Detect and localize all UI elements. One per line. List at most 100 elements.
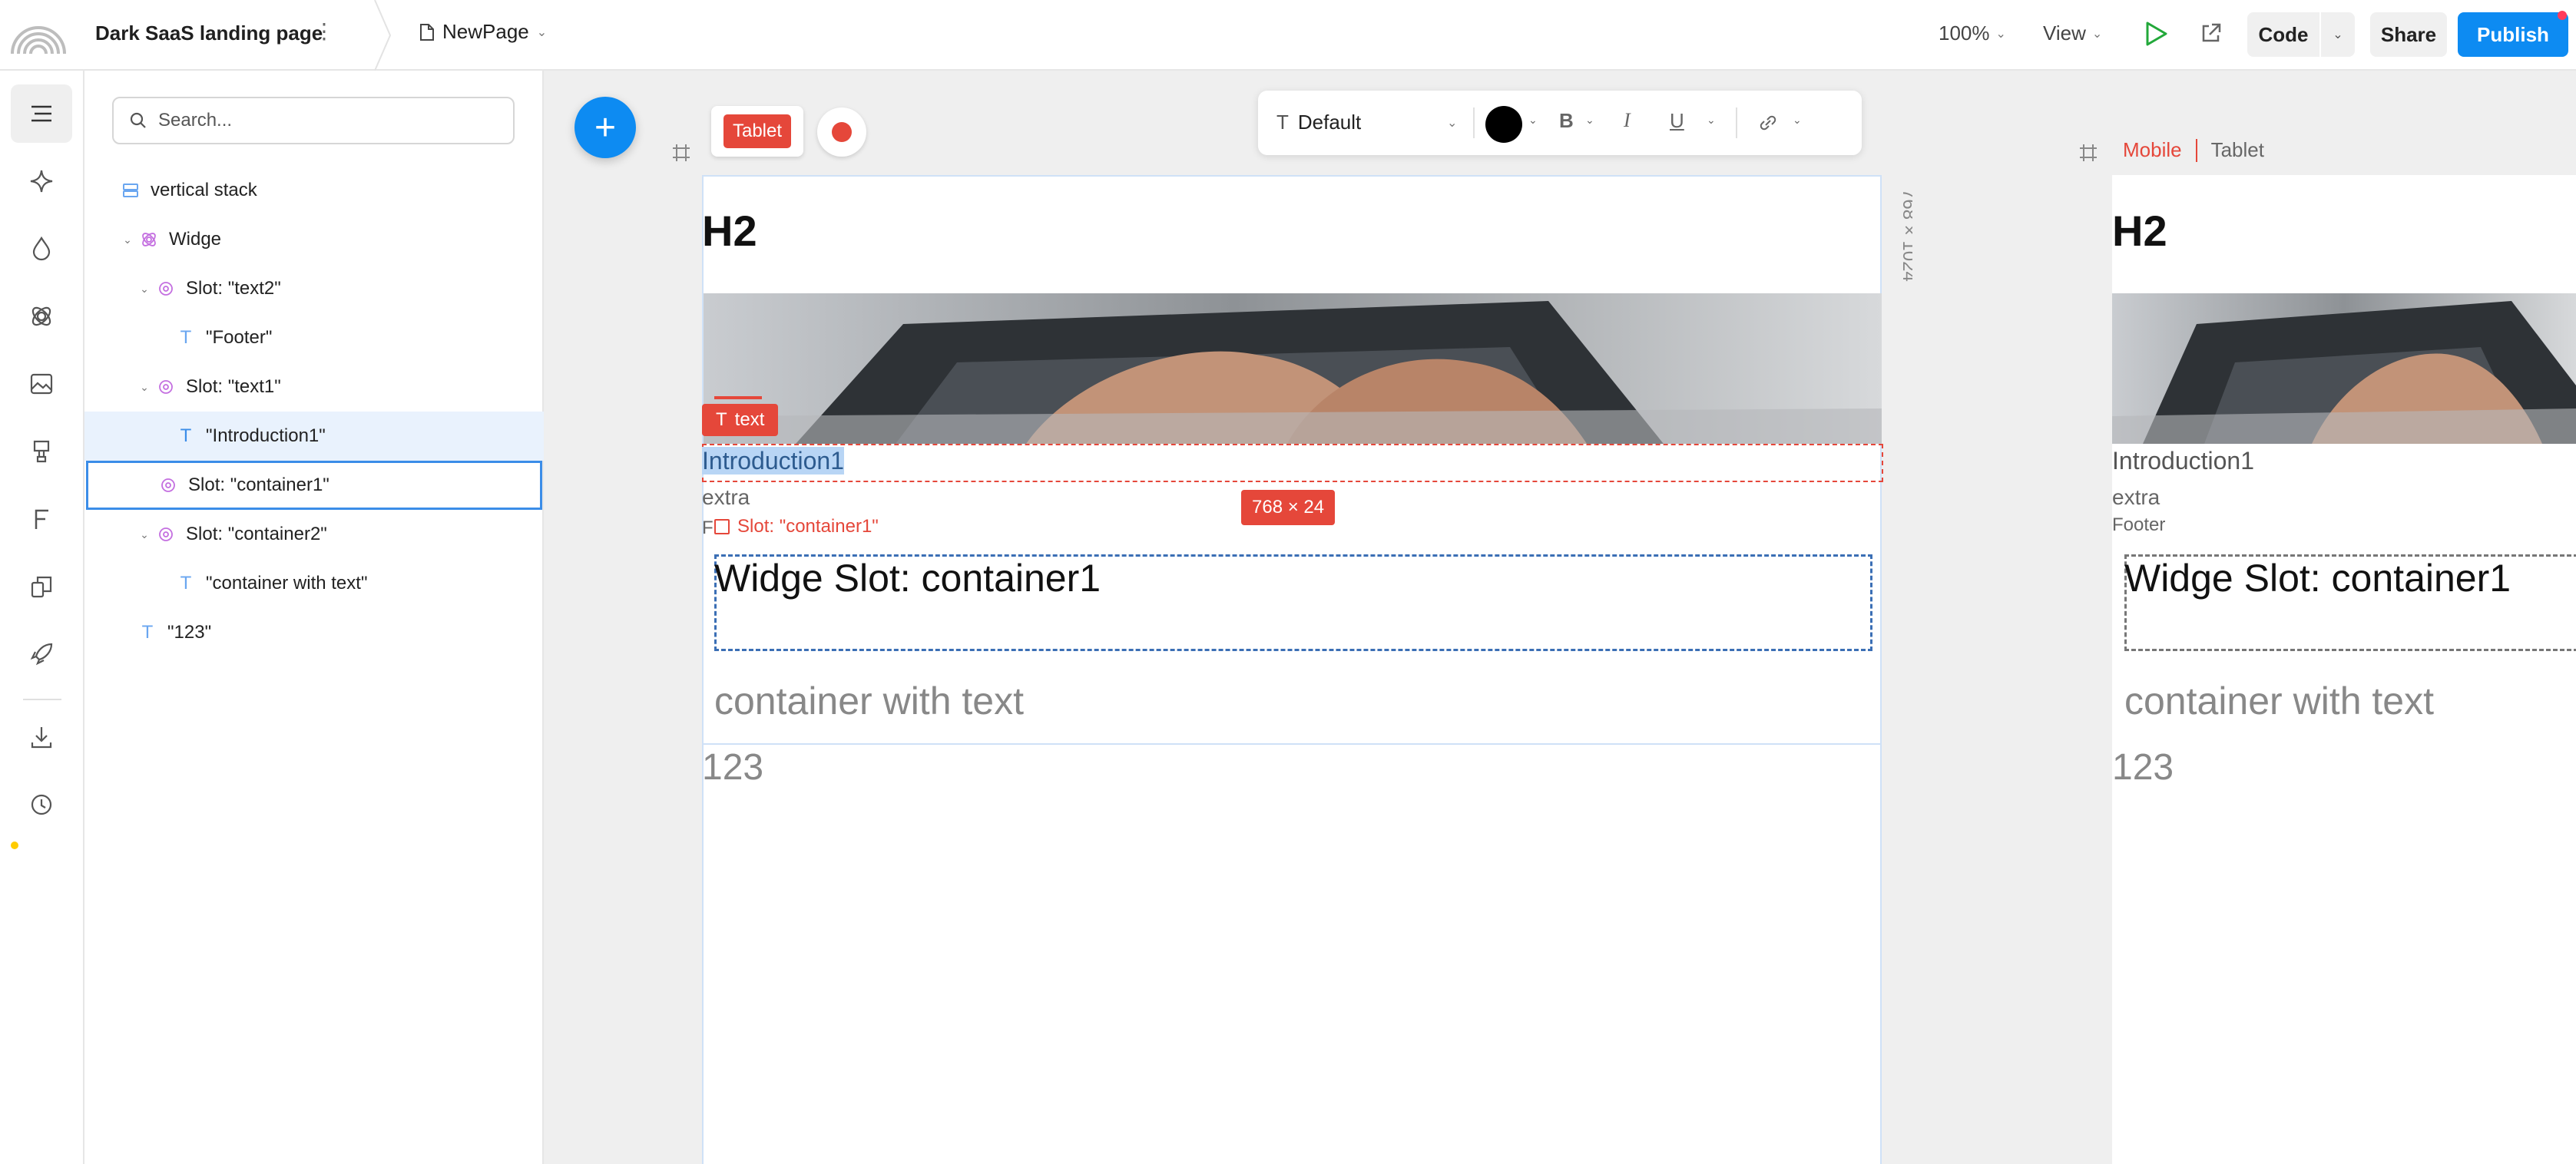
element-type-label: text [734, 409, 765, 430]
tablet-heading[interactable]: H2 [702, 206, 757, 256]
underline-icon[interactable]: U [1670, 109, 1684, 133]
hover-indicator [714, 396, 762, 399]
code-button[interactable]: Code ⌄ [2247, 12, 2355, 57]
layer-item-introduction1[interactable]: T "Introduction1" [84, 412, 544, 461]
mobile-heading[interactable]: H2 [2112, 206, 2167, 256]
text-color-swatch[interactable] [1485, 106, 1522, 143]
share-button[interactable]: Share [2370, 12, 2447, 57]
chevron-down-icon[interactable]: ⌄ [135, 528, 154, 541]
chevron-down-icon: ⌄ [536, 25, 548, 39]
layer-item-123[interactable]: T "123" [84, 608, 544, 657]
pages-icon[interactable] [11, 557, 72, 616]
breadcrumb-separator [374, 0, 392, 71]
chevron-down-icon[interactable]: ⌄ [1528, 114, 1538, 127]
chevron-down-icon[interactable]: ⌄ [2321, 12, 2355, 57]
more-vertical-icon[interactable]: ⋮ [313, 18, 335, 44]
link-icon[interactable] [1757, 114, 1779, 132]
layers-panel: vertical stack ⌄ Widge ⌄ Slot: "text2" T… [84, 71, 544, 1164]
mobile-number-text[interactable]: 123 [2112, 746, 2174, 789]
history-icon[interactable] [11, 775, 72, 834]
selected-text[interactable]: Introduction1 [702, 447, 845, 475]
chevron-down-icon[interactable]: ⌄ [1707, 114, 1716, 127]
layer-item-container-with-text[interactable]: T "container with text" [84, 559, 544, 608]
mobile-container-text[interactable]: container with text [2124, 679, 2434, 723]
record-icon [832, 122, 852, 142]
layer-label: "123" [167, 622, 212, 643]
layer-label: Slot: "container1" [188, 475, 329, 495]
layer-item-slot-text2[interactable]: ⌄ Slot: "text2" [84, 264, 544, 313]
publish-button[interactable]: Publish [2458, 12, 2568, 57]
sparkle-icon[interactable] [11, 152, 72, 210]
chevron-down-icon[interactable]: ⌄ [135, 283, 154, 296]
search-input[interactable] [158, 110, 496, 131]
chevron-down-icon[interactable]: ⌄ [135, 381, 154, 394]
frame-icon[interactable] [2078, 143, 2098, 163]
add-element-button[interactable]: + [574, 97, 636, 158]
project-title[interactable]: Dark SaaS landing page [95, 21, 323, 45]
breakpoint-tabs: Mobile Tablet [2123, 138, 2264, 162]
image-icon[interactable] [11, 355, 72, 413]
canvas[interactable]: + Tablet T Default ⌄ ⌄ B ⌄ I U ⌄ ⌄ 768 ×… [544, 71, 2576, 1164]
external-link-icon[interactable] [2200, 21, 2223, 45]
chevron-down-icon[interactable]: ⌄ [1585, 114, 1594, 127]
italic-icon[interactable]: I [1624, 109, 1631, 132]
layer-item-slot-container1[interactable]: Slot: "container1" [86, 461, 542, 510]
layer-item-widge[interactable]: ⌄ Widge [84, 215, 544, 264]
layer-item-vertical-stack[interactable]: vertical stack [84, 166, 544, 215]
mobile-footer-text[interactable]: Footer [2112, 514, 2165, 536]
tablet-breakpoint-label[interactable]: Tablet [711, 106, 803, 157]
tablet-footer-text[interactable]: F [702, 518, 714, 539]
play-icon[interactable] [2143, 20, 2169, 48]
container-bottom-edge [702, 743, 1882, 745]
page-selector[interactable]: NewPage ⌄ [419, 20, 547, 44]
rocket-icon[interactable] [11, 625, 72, 683]
tablet-container-text[interactable]: container with text [714, 679, 1024, 723]
mobile-widge-title[interactable]: Widge Slot: container1 [2124, 556, 2511, 600]
text-icon: T [180, 573, 192, 594]
tab-mobile[interactable]: Mobile [2123, 138, 2182, 162]
page-name: NewPage [442, 20, 529, 43]
tab-tablet[interactable]: Tablet [2211, 138, 2264, 162]
code-label[interactable]: Code [2247, 12, 2321, 57]
layer-item-slot-container2[interactable]: ⌄ Slot: "container2" [84, 510, 544, 559]
notification-dot [2558, 11, 2567, 20]
layer-item-footer[interactable]: T "Footer" [84, 313, 544, 362]
view-label: View [2043, 21, 2086, 45]
zoom-selector[interactable]: 100% ⌄ [1939, 21, 2006, 45]
components-icon[interactable] [11, 287, 72, 346]
download-icon[interactable] [11, 708, 72, 766]
drop-icon[interactable] [11, 220, 72, 278]
text-type-icon: T [716, 409, 727, 430]
search-box[interactable] [112, 97, 515, 144]
record-button[interactable] [817, 107, 866, 157]
tablet-number-text[interactable]: 123 [702, 746, 763, 789]
frame-dimensions-label: 768 × 1024 [1899, 189, 1912, 282]
search-icon [130, 112, 146, 128]
layer-label: "container with text" [206, 573, 368, 594]
rainbow-logo-icon[interactable] [8, 11, 69, 57]
bold-icon[interactable]: B [1559, 109, 1574, 133]
font-icon[interactable] [11, 490, 72, 548]
layers-icon[interactable] [11, 84, 72, 143]
mobile-extra-text[interactable]: extra [2112, 485, 2160, 510]
text-style-icon: T [1276, 111, 1289, 134]
layer-label: "Introduction1" [206, 425, 326, 446]
status-dot [11, 842, 18, 849]
tablet-extra-text[interactable]: extra [702, 485, 750, 510]
tablet-widge-title[interactable]: Widge Slot: container1 [714, 556, 1101, 600]
chevron-down-icon: ⌄ [1995, 27, 2006, 41]
chevron-down-icon: ⌄ [2091, 27, 2103, 41]
text-style-select[interactable]: T Default ⌄ [1276, 111, 1457, 134]
view-menu[interactable]: View ⌄ [2043, 21, 2102, 45]
hero-image[interactable] [704, 293, 1882, 444]
slot-icon [154, 377, 178, 397]
chevron-down-icon[interactable]: ⌄ [118, 233, 137, 246]
mobile-intro-text[interactable]: Introduction1 [2112, 447, 2254, 475]
toolbar-divider [1736, 107, 1737, 138]
chevron-down-icon[interactable]: ⌄ [1793, 114, 1802, 127]
frame-icon[interactable] [671, 143, 691, 163]
tablet-intro-text[interactable]: Introduction1 [702, 447, 845, 475]
layer-item-slot-text1[interactable]: ⌄ Slot: "text1" [84, 362, 544, 412]
brush-icon[interactable] [11, 422, 72, 481]
mobile-hero-image[interactable] [2112, 293, 2576, 444]
